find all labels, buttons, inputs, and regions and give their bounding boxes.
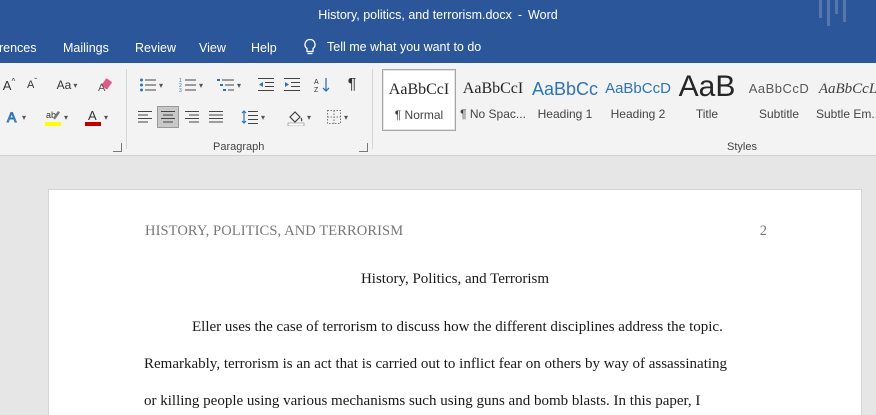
tab-mailings[interactable]: Mailings (63, 41, 109, 55)
style-preview: AaBbCcL (818, 81, 876, 97)
style-heading-1[interactable]: AaBbCc Heading 1 (528, 69, 602, 131)
ribbon: A ^ Aˇ Aa ▾ A A ▾ ab ▾ A ▾ ▾ 1 2 3 ▾ ▾ A… (0, 63, 876, 156)
title-bar: History, politics, and terrorism.docx - Wo… (0, 0, 876, 33)
style-subtitle[interactable]: AaBbCcD Subtitle (742, 69, 816, 131)
highlighter-icon: ab (44, 110, 61, 126)
document-title: History, Politics, and Terrorism (360, 271, 550, 287)
svg-text:3: 3 (179, 88, 182, 93)
clear-formatting-button[interactable]: A (96, 74, 118, 96)
eraser-icon: A (98, 78, 113, 93)
styles-group-label: Styles (727, 141, 757, 153)
svg-text:A: A (7, 109, 17, 125)
style-preview: AaBbCcI (462, 80, 524, 97)
app-name: Word (528, 8, 558, 22)
svg-text:A: A (314, 79, 319, 86)
style-preview: AaB (678, 70, 736, 103)
running-head: HISTORY, POLITICS, AND TERRORISM (145, 223, 404, 239)
tab-review[interactable]: Review (135, 41, 176, 55)
justify-button[interactable] (205, 106, 227, 128)
show-formatting-marks-button[interactable]: ¶ (342, 74, 362, 96)
group-separator (372, 69, 373, 149)
justify-icon (209, 111, 223, 123)
svg-text:A: A (98, 82, 106, 93)
font-color-button[interactable]: A ▾ (80, 106, 112, 128)
style-name: Heading 1 (537, 107, 593, 121)
tab-help[interactable]: Help (251, 41, 277, 55)
numbered-list-icon: 1 2 3 (179, 78, 196, 93)
tab-references[interactable]: erences (0, 41, 36, 55)
shrink-font-button[interactable]: Aˇ (24, 74, 40, 96)
line-spacing-icon (241, 110, 258, 124)
style-normal[interactable]: AaBbCcI ¶ Normal (382, 69, 456, 131)
paragraph-group-label: Paragraph (213, 141, 265, 153)
sort-az-icon: A Z (314, 78, 330, 94)
text-effects-button[interactable]: A ▾ (2, 106, 30, 128)
bullet-list-icon (139, 78, 156, 92)
svg-text:Z: Z (314, 87, 319, 94)
grow-font-button[interactable]: A ^ (2, 74, 16, 96)
multilevel-list-button[interactable]: ▾ (212, 74, 246, 96)
style-preview: AaBbCc (531, 79, 599, 99)
style-title[interactable]: AaB Title (670, 69, 744, 131)
decrease-indent-icon (258, 78, 274, 91)
document-page[interactable]: HISTORY, POLITICS, AND TERRORISM 2 Histo… (48, 189, 862, 415)
lightbulb-icon (304, 38, 316, 55)
text-effects-icon: A (6, 109, 17, 125)
borders-icon (326, 110, 341, 124)
tell-me-text: Tell me what you want to do (327, 40, 482, 54)
numbering-button[interactable]: 1 2 3 ▾ (174, 74, 208, 96)
align-left-icon (138, 111, 152, 123)
change-case-label: Aa (56, 78, 72, 92)
group-separator (126, 69, 127, 149)
style-name: Subtitle (758, 107, 800, 121)
ribbon-tabs: erences Mailings Review View Help Tell m… (0, 33, 876, 63)
tab-view[interactable]: View (199, 41, 226, 55)
paragraph-line: Remarkably, terrorism is an act that is … (144, 356, 728, 372)
paragraph-line: Eller uses the case of terrorism to disc… (192, 319, 723, 335)
style-preview: AaBbCcI (388, 81, 450, 98)
style-subtle-emphasis[interactable]: AaBbCcL Subtle Em... (816, 69, 876, 131)
align-center-button[interactable] (157, 106, 179, 128)
style-no-spacing[interactable]: AaBbCcI ¶ No Spac... (456, 69, 530, 131)
shading-button[interactable]: ▾ (282, 106, 316, 128)
style-name: Subtle Em... (816, 107, 876, 121)
tell-me-search[interactable]: Tell me what you want to do (303, 38, 481, 56)
style-name: ¶ No Spac... (460, 107, 526, 121)
decrease-indent-button[interactable] (254, 74, 278, 96)
paragraph-line: or killing people using various mechanis… (144, 393, 701, 409)
borders-button[interactable]: ▾ (320, 106, 354, 128)
window-title: History, politics, and terrorism.docx - Wo… (0, 8, 876, 22)
style-name: Heading 2 (610, 107, 666, 121)
pilcrow-icon: ¶ (347, 76, 357, 93)
paragraph-dialog-launcher[interactable] (359, 143, 368, 152)
style-preview: AaBbCcD (748, 81, 810, 96)
style-name: ¶ Normal (394, 108, 444, 122)
document-name: History, politics, and terrorism.docx (318, 8, 512, 22)
title-separator: - (517, 8, 523, 22)
font-color-icon: A (84, 108, 101, 126)
sort-button[interactable]: A Z (312, 74, 334, 96)
increase-indent-icon (284, 78, 300, 91)
multilevel-list-icon (216, 79, 234, 91)
align-left-button[interactable] (134, 106, 156, 128)
bullets-button[interactable]: ▾ (134, 74, 168, 96)
increase-indent-button[interactable] (280, 74, 304, 96)
style-preview: AaBbCcD (605, 80, 671, 97)
highlight-color-button[interactable]: ab ▾ (40, 106, 72, 128)
font-dialog-launcher[interactable] (113, 143, 122, 152)
title-bar-decoration (819, 0, 846, 26)
change-case-button[interactable]: Aa ▾ (52, 74, 82, 96)
page-number: 2 (759, 223, 767, 239)
align-center-icon (161, 111, 175, 123)
style-name: Title (695, 107, 719, 121)
svg-text:A: A (88, 108, 97, 123)
paint-bucket-icon (287, 111, 305, 126)
align-right-icon (185, 111, 199, 123)
align-right-button[interactable] (181, 106, 203, 128)
style-heading-2[interactable]: AaBbCcD Heading 2 (601, 69, 675, 131)
line-spacing-button[interactable]: ▾ (236, 106, 270, 128)
